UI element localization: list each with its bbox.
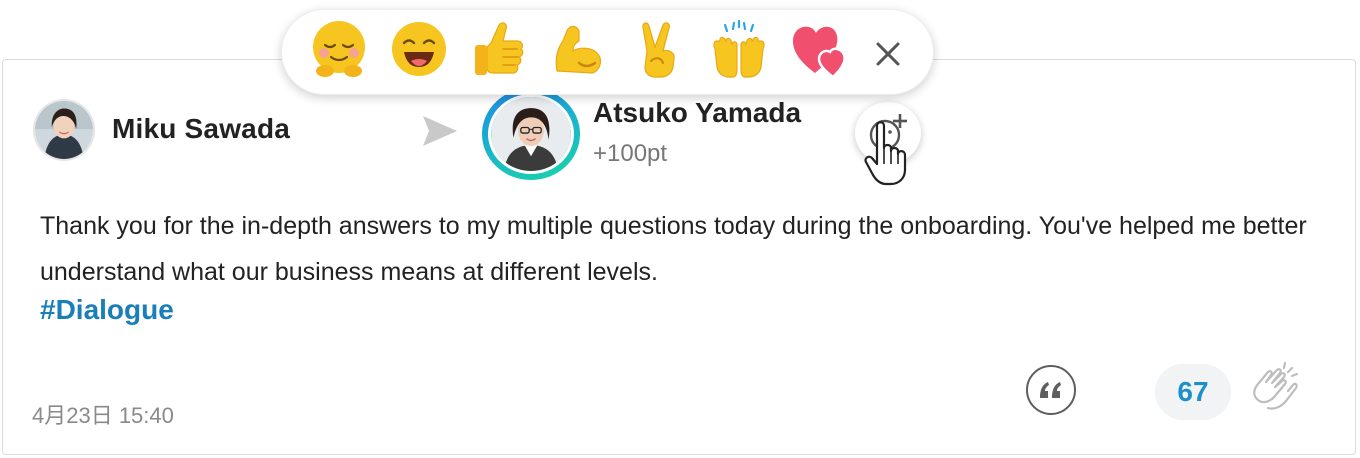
add-reaction-button[interactable] [855,102,921,164]
quote-icon [1040,382,1061,398]
clap-icon[interactable] [1244,360,1304,420]
flexed-biceps-emoji-icon[interactable] [549,19,609,79]
raising-hands-emoji-icon[interactable] [709,19,769,79]
post-timestamp: 4月23日 15:40 [32,403,174,428]
grinning-face-emoji-icon[interactable] [389,19,449,79]
recipient-points: +100pt [593,140,668,167]
quote-button[interactable] [1026,365,1076,415]
hashtag-link[interactable]: #Dialogue [40,294,174,326]
close-icon[interactable] [870,36,906,72]
sender-avatar[interactable] [33,99,95,161]
sender-name[interactable]: Miku Sawada [112,113,290,145]
add-emoji-icon [869,114,907,151]
two-hearts-emoji-icon[interactable] [789,19,849,79]
clap-count-badge[interactable]: 67 [1155,364,1231,420]
send-arrow-icon [423,116,457,146]
recipient-avatar[interactable] [488,94,574,174]
relieved-smile-emoji-icon[interactable] [309,19,369,79]
post-message: Thank you for the in-depth answers to my… [40,212,1307,286]
recipient-name[interactable]: Atsuko Yamada [593,97,801,129]
thumbs-up-emoji-icon[interactable] [469,19,529,79]
victory-hand-emoji-icon[interactable] [629,19,689,79]
